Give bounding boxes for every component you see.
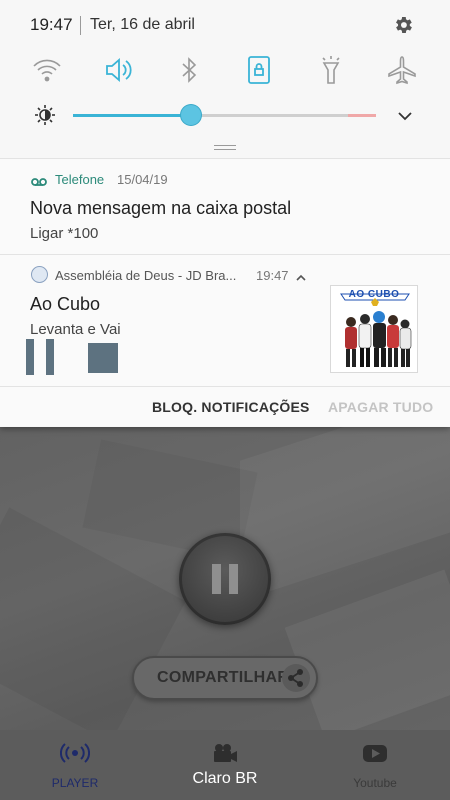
notification-time: 19:47 [256, 268, 289, 283]
brightness-slider-thumb[interactable] [181, 105, 201, 125]
main-pause-button[interactable] [179, 533, 271, 625]
bg-facet [240, 425, 450, 601]
voicemail-icon [31, 174, 47, 186]
share-button-label: COMPARTILHAR [157, 669, 290, 686]
notification-title: Nova mensagem na caixa postal [30, 198, 292, 218]
sound-icon[interactable] [102, 54, 134, 86]
pause-icon [26, 339, 34, 375]
youtube-icon [360, 742, 390, 764]
album-art: AO CUBO [330, 285, 418, 373]
clear-all-button[interactable]: APAGAR TUDO [328, 399, 433, 415]
pause-icon [212, 564, 221, 594]
track-subtitle: Levanta e Vai [30, 321, 121, 338]
flashlight-icon[interactable] [315, 54, 347, 86]
media-pause-button[interactable] [26, 339, 56, 375]
brightness-slider[interactable] [73, 114, 376, 117]
settings-gear-icon[interactable] [392, 14, 414, 36]
track-title: Ao Cubo [30, 294, 101, 314]
notification-time: 15/04/19 [117, 172, 168, 187]
nav-item-youtube[interactable]: Youtube [300, 730, 450, 800]
nav-item-player[interactable]: PLAYER [0, 730, 150, 800]
bg-facet [284, 569, 450, 741]
shade-drag-handle[interactable] [214, 145, 236, 150]
wifi-icon[interactable] [31, 54, 63, 86]
brightness-slider-fill [73, 114, 191, 117]
shade-header: 19:47 Ter, 16 de abril [0, 0, 450, 50]
notification-shade: 19:47 Ter, 16 de abril Telefone 15/04/19… [0, 0, 450, 427]
notification-media-player[interactable]: Assembléia de Deus - JD Bra... 19:47 Ao … [0, 254, 450, 386]
chevron-down-icon[interactable] [395, 106, 415, 126]
date[interactable]: Ter, 16 de abril [90, 16, 195, 34]
notification-app-name: Assembléia de Deus - JD Bra... [55, 268, 237, 283]
header-divider [80, 16, 81, 35]
notification-app-name: Telefone [55, 172, 105, 187]
chevron-up-icon[interactable] [296, 269, 306, 281]
brightness-slider-high-zone [348, 114, 376, 117]
share-button[interactable]: COMPARTILHAR [132, 656, 318, 700]
media-stop-button[interactable] [88, 343, 118, 373]
clock: 19:47 [30, 15, 73, 34]
radio-broadcast-icon [59, 742, 91, 764]
share-icon [282, 664, 310, 692]
notification-voicemail[interactable]: Telefone 15/04/19 Nova mensagem na caixa… [0, 158, 450, 254]
shade-actions: BLOQ. NOTIFICAÇÕES APAGAR TUDO [0, 386, 450, 426]
bluetooth-icon[interactable] [173, 54, 205, 86]
screen-rotation-lock-icon[interactable] [243, 54, 275, 86]
quick-settings-row [0, 50, 450, 90]
nav-label-player: PLAYER [51, 776, 99, 790]
brightness-row [0, 98, 450, 134]
video-camera-icon [210, 742, 240, 764]
brightness-sun-icon[interactable] [34, 104, 56, 126]
church-logo-icon [31, 266, 48, 283]
notification-text: Ligar *100 [30, 225, 99, 242]
nav-label-youtube: Youtube [353, 776, 397, 790]
block-notifications-button[interactable]: BLOQ. NOTIFICAÇÕES [152, 399, 310, 415]
airplane-mode-icon[interactable] [386, 54, 418, 86]
toast-message: Claro BR [192, 770, 258, 787]
